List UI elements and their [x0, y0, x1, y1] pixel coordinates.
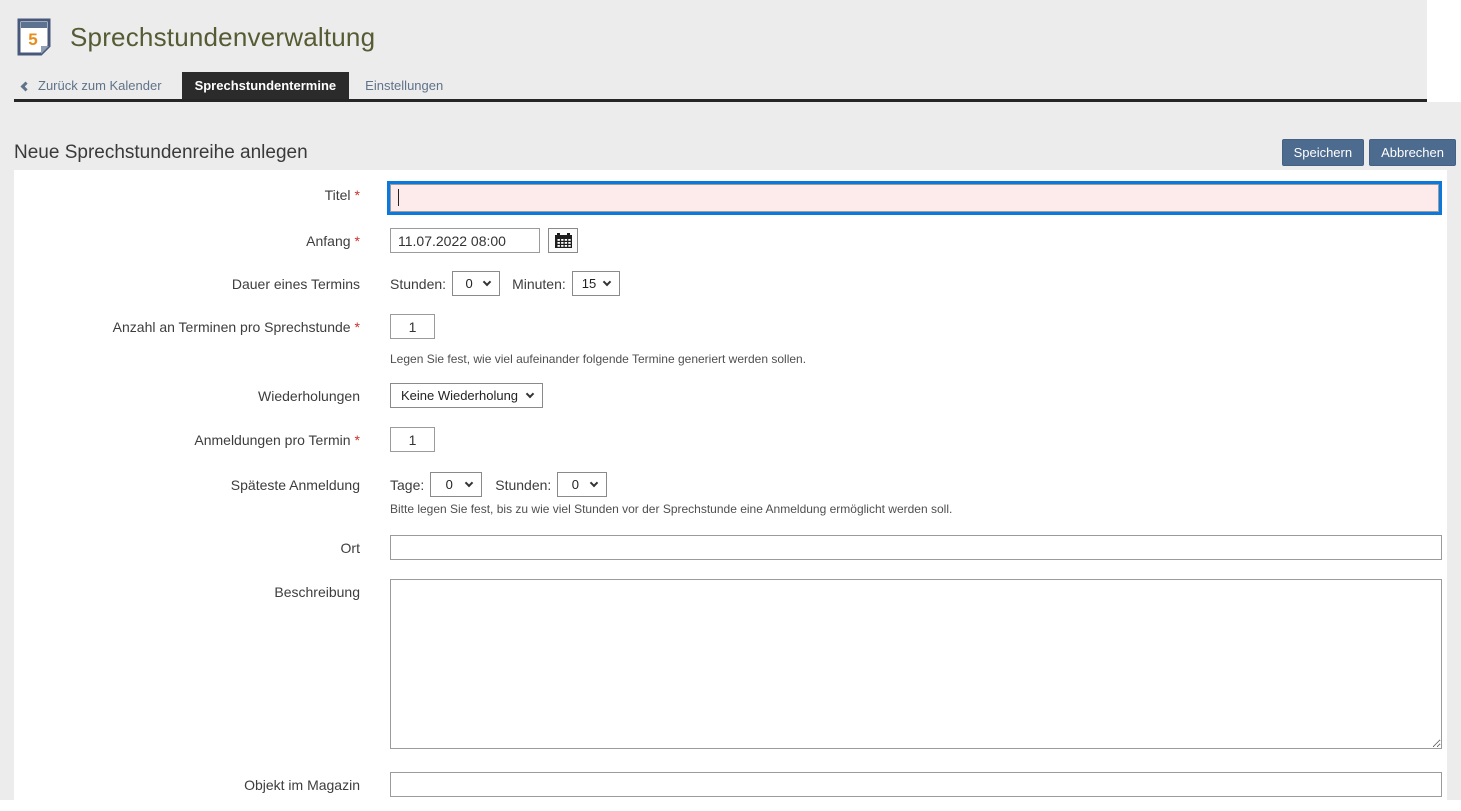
tab-sprechstundentermine[interactable]: Sprechstundentermine: [182, 72, 350, 99]
app-title: Sprechstundenverwaltung: [70, 22, 375, 53]
chevron-down-icon: [465, 479, 473, 487]
row-beschreibung: Beschreibung: [14, 579, 1442, 749]
page-title: Neue Sprechstundenreihe anlegen: [14, 142, 308, 164]
spaeteste-hint: Bitte legen Sie fest, bis zu wie viel St…: [390, 502, 1442, 516]
app-header: 5 Sprechstundenverwaltung: [0, 0, 1427, 72]
back-to-calendar-link[interactable]: Zurück zum Kalender: [14, 72, 176, 99]
chevron-down-icon: [603, 278, 611, 286]
spaeteste-label: Späteste Anmeldung: [14, 472, 390, 493]
svg-text:5: 5: [28, 30, 37, 49]
dauer-minuten-select[interactable]: 15: [572, 271, 620, 296]
anzahl-label: Anzahl an Terminen pro Sprechstunde*: [14, 314, 390, 335]
content-zone: Neue Sprechstundenreihe anlegen Speicher…: [0, 102, 1461, 800]
row-titel: Titel*: [14, 182, 1442, 212]
titel-label: Titel*: [14, 182, 390, 203]
wiederholungen-label: Wiederholungen: [14, 383, 390, 404]
tab-einstellungen[interactable]: Einstellungen: [349, 72, 459, 99]
anzahl-hint: Legen Sie fest, wie viel aufeinander fol…: [390, 352, 1442, 366]
row-objekt: Objekt im Magazin: [14, 772, 1442, 797]
row-anzahl: Anzahl an Terminen pro Sprechstunde* Leg…: [14, 314, 1442, 366]
anzahl-input[interactable]: [390, 314, 435, 339]
row-anmeldungen: Anmeldungen pro Termin*: [14, 427, 1442, 452]
objekt-label: Objekt im Magazin: [14, 772, 390, 793]
back-link-label: Zurück zum Kalender: [38, 78, 162, 93]
anmeldungen-input[interactable]: [390, 427, 435, 452]
required-asterisk: *: [355, 432, 360, 448]
beschreibung-textarea[interactable]: [390, 579, 1442, 749]
spaeteste-tage-label: Tage:: [390, 477, 424, 493]
wiederholungen-select[interactable]: Keine Wiederholung: [390, 383, 543, 408]
cancel-button[interactable]: Abbrechen: [1369, 139, 1456, 166]
toolbar-buttons: Speichern Abbrechen: [1282, 139, 1456, 166]
header-band: 5 Sprechstundenverwaltung Zurück zum Kal…: [0, 0, 1427, 102]
row-dauer: Dauer eines Termins Stunden: 0 Minuten: …: [14, 271, 1442, 296]
objekt-input[interactable]: [390, 772, 1442, 797]
ort-input[interactable]: [390, 535, 1442, 560]
row-anfang: Anfang*: [14, 228, 1442, 253]
text-caret: [398, 189, 399, 206]
dauer-stunden-label: Stunden:: [390, 276, 446, 292]
anfang-datetime-input[interactable]: [390, 228, 540, 253]
tab-bar: Zurück zum Kalender Sprechstundentermine…: [14, 72, 1427, 102]
chevron-down-icon: [483, 278, 491, 286]
spaeteste-stunden-label: Stunden:: [495, 477, 551, 493]
row-ort: Ort: [14, 535, 1442, 560]
ort-label: Ort: [14, 535, 390, 556]
row-spaeteste: Späteste Anmeldung Tage: 0 Stunden: 0 Bi…: [14, 472, 1442, 516]
calendar-icon: [555, 233, 572, 248]
calendar-app-icon: 5: [17, 18, 51, 56]
titel-input[interactable]: [390, 184, 1439, 212]
save-button[interactable]: Speichern: [1282, 139, 1365, 166]
toolbar: Neue Sprechstundenreihe anlegen Speicher…: [14, 102, 1456, 166]
beschreibung-label: Beschreibung: [14, 579, 390, 600]
row-wiederholungen: Wiederholungen Keine Wiederholung: [14, 383, 1442, 408]
dauer-minuten-label: Minuten:: [512, 276, 566, 292]
anfang-label: Anfang*: [14, 228, 390, 249]
top-zone: 5 Sprechstundenverwaltung Zurück zum Kal…: [0, 0, 1461, 102]
required-asterisk: *: [355, 233, 360, 249]
calendar-picker-button[interactable]: [548, 228, 578, 253]
dauer-stunden-select[interactable]: 0: [452, 271, 500, 296]
form-panel: Titel* Anfang*: [14, 170, 1447, 800]
spaeteste-stunden-select[interactable]: 0: [557, 472, 607, 497]
chevron-down-icon: [526, 390, 534, 398]
spaeteste-tage-select[interactable]: 0: [430, 472, 482, 497]
anmeldungen-label: Anmeldungen pro Termin*: [14, 427, 390, 448]
dauer-label: Dauer eines Termins: [14, 271, 390, 292]
required-asterisk: *: [355, 319, 360, 335]
required-asterisk: *: [355, 187, 360, 203]
chevron-left-icon: [21, 81, 31, 91]
chevron-down-icon: [590, 479, 598, 487]
